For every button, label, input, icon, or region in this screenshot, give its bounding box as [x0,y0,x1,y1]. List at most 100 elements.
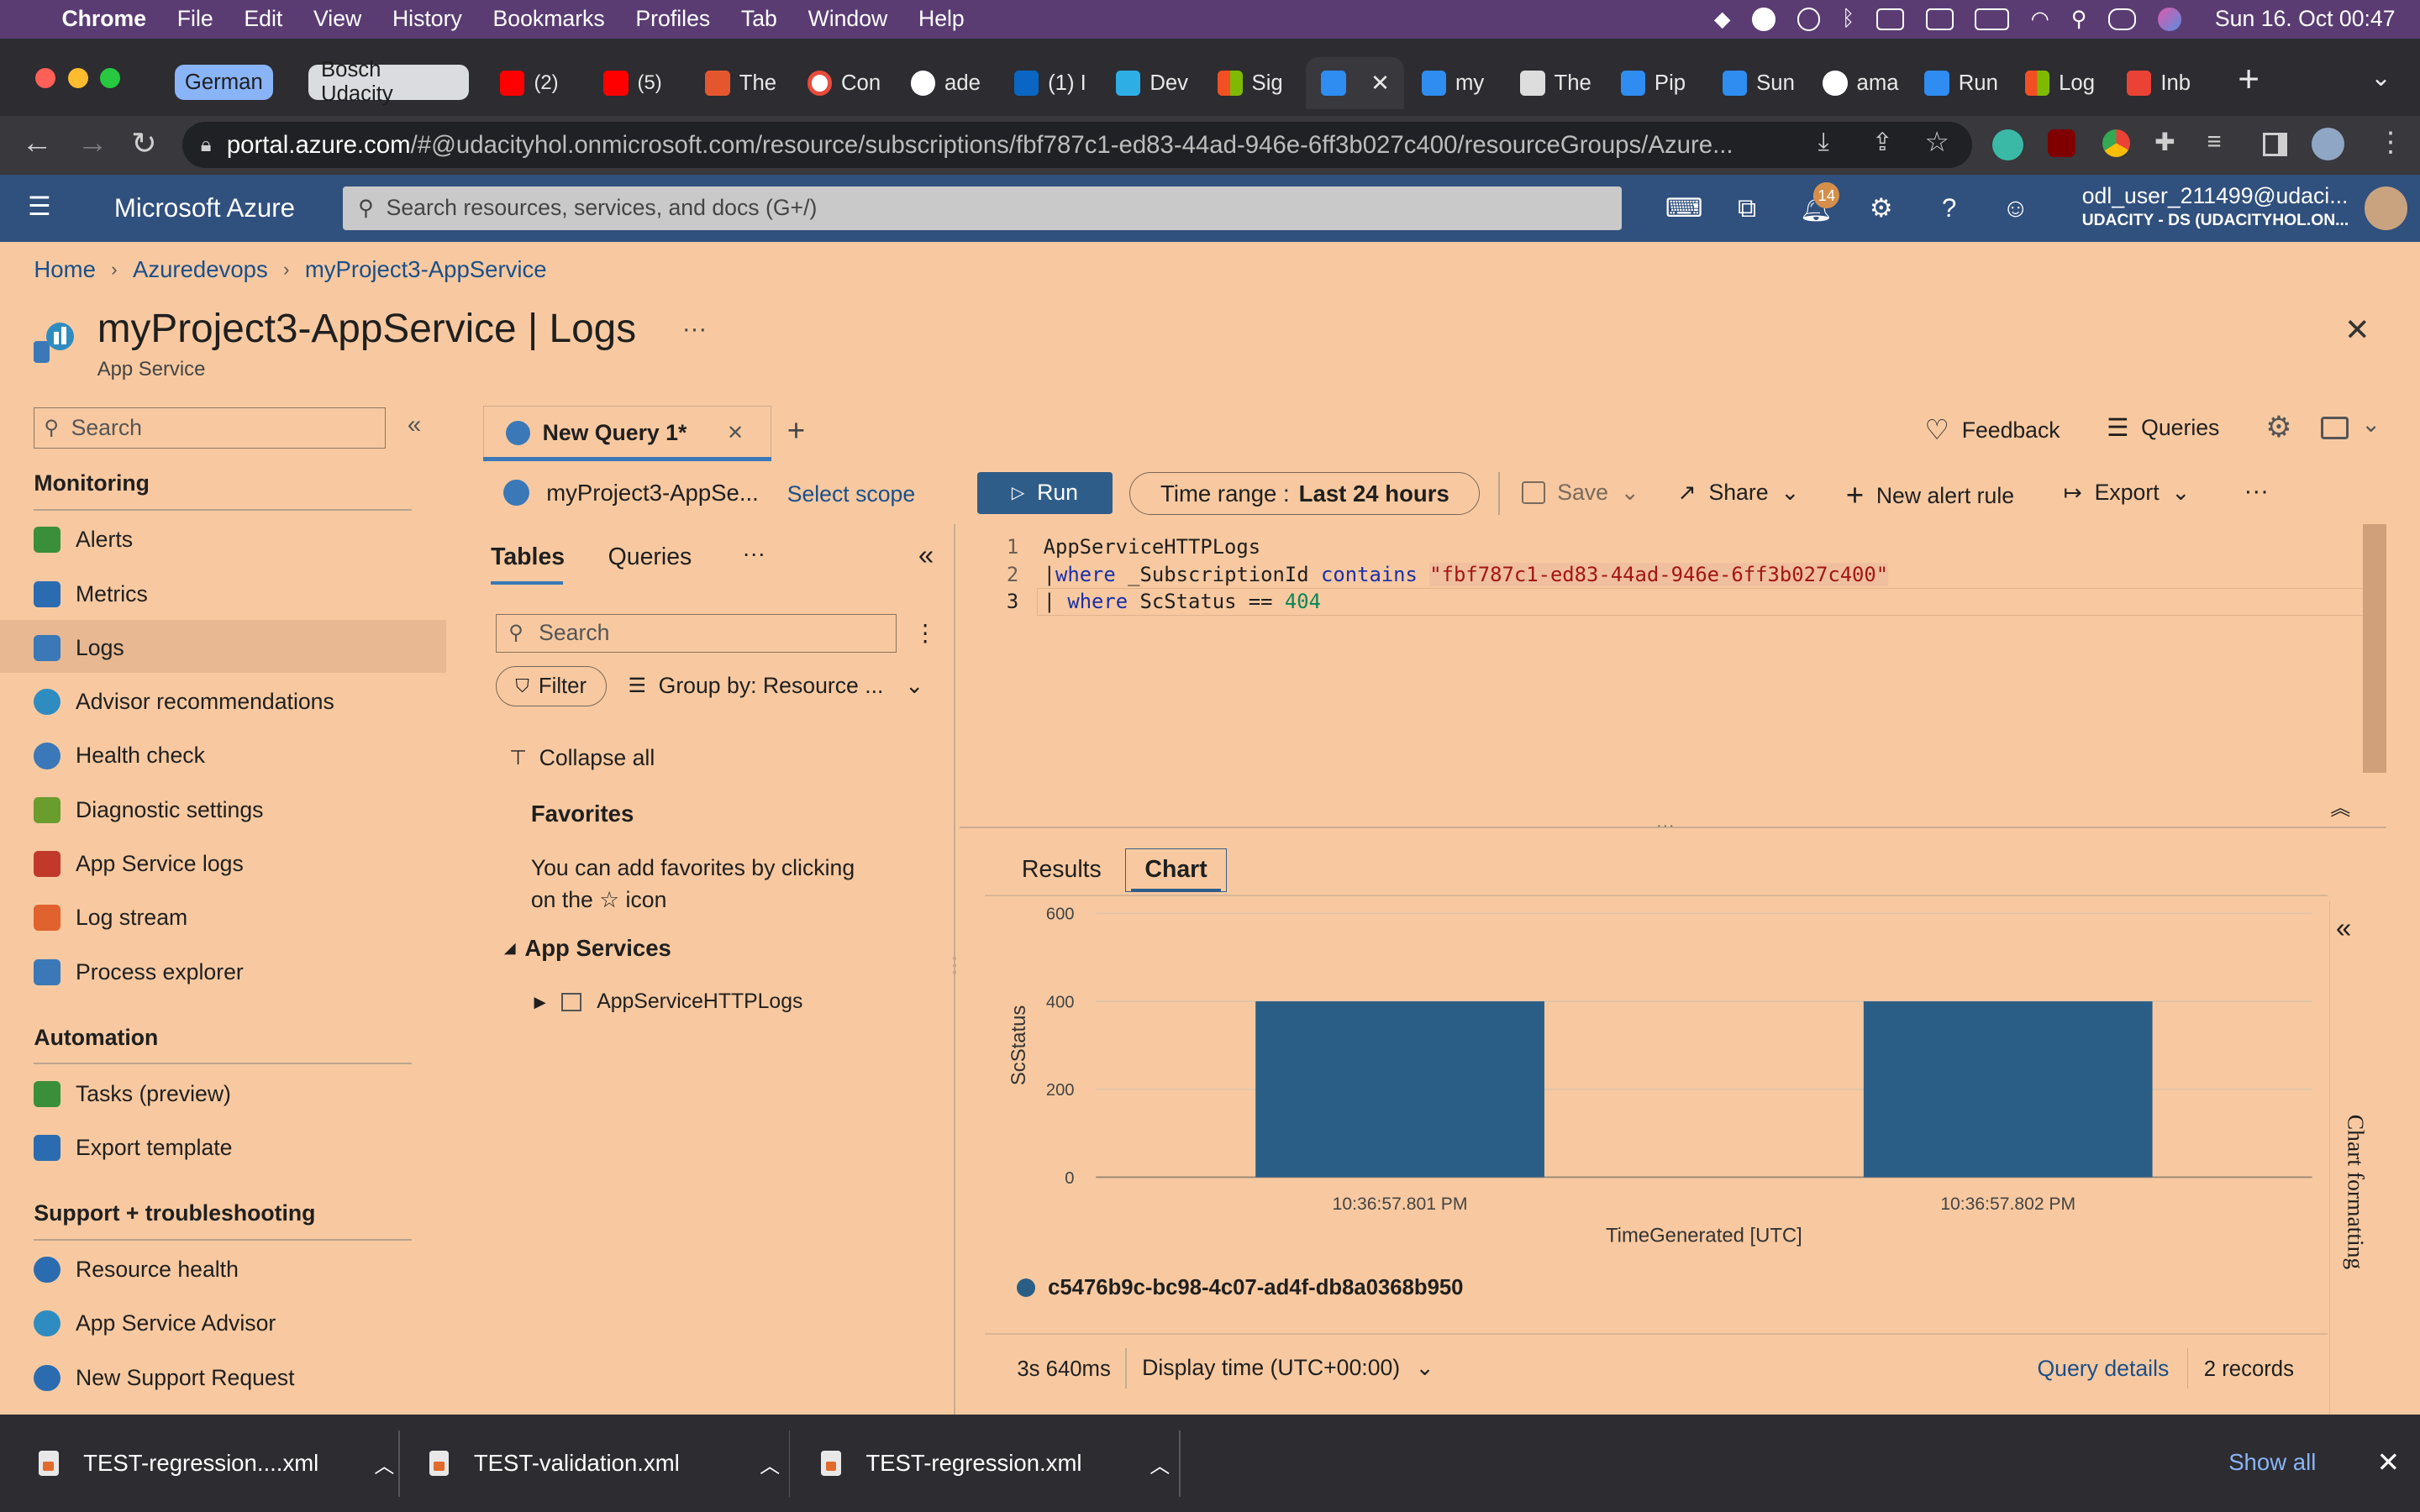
settings-gear-icon[interactable]: ⚙ [1866,193,1897,224]
menu-bookmarks[interactable]: Bookmarks [493,6,605,32]
chart-tab[interactable]: Chart [1124,848,1228,892]
menu-help[interactable]: Help [918,6,965,32]
bookmark-star-icon[interactable]: ☆ [1924,125,1949,159]
group-by-dropdown[interactable]: ☰ Group by: Resource ... ⌄ [629,673,924,699]
play-icon[interactable] [1797,8,1821,31]
browser-tab[interactable]: Log [2024,63,2102,103]
back-arrow-icon[interactable]: ← [22,125,53,160]
chrome-extension-icon[interactable] [2102,129,2130,158]
more-options-icon[interactable]: ··· [682,315,707,344]
sidebar-item-export-template[interactable]: Export template [34,1129,232,1166]
breadcrumb-home[interactable]: Home [34,256,95,283]
export-button[interactable]: ↦ Export ⌄ [2064,480,2191,506]
more-options-icon[interactable]: ··· [2244,477,2269,506]
menu-edit[interactable]: Edit [244,6,282,32]
layout-book-icon[interactable] [2321,416,2349,440]
battery-icon[interactable] [1975,8,2009,30]
chrome-menu-icon[interactable]: ⋮ [2377,125,2405,159]
sidebar-item-app-service-advisor[interactable]: App Service Advisor [34,1305,276,1342]
user-avatar[interactable] [2364,186,2408,230]
account-info[interactable]: odl_user_211499@udaci... UDACITY - DS (U… [2082,183,2349,234]
forward-arrow-icon[interactable]: → [77,125,108,160]
feedback-button[interactable]: ♡ Feedback [1924,413,2060,447]
extension-m-icon[interactable] [1992,129,2023,160]
global-search-input[interactable]: ⚲ Search resources, services, and docs (… [342,186,1623,230]
menu-file[interactable]: File [177,6,213,32]
display-icon[interactable] [1876,8,1904,30]
results-tab[interactable]: Results [1022,856,1102,884]
collapse-editor-icon[interactable]: ︽ [2330,791,2350,821]
download-item[interactable]: TEST-validation.xml ︿ [429,1449,780,1478]
query-tab[interactable]: New Query 1* ✕ [482,406,772,460]
browser-tab[interactable]: Inb [2126,63,2204,103]
siri-icon[interactable] [2157,8,2181,31]
sidebar-item-app-service-logs[interactable]: App Service logs [34,846,244,883]
save-button[interactable]: Save ⌄ [1521,480,1639,506]
expand-panel-icon[interactable]: « [2336,913,2351,945]
schema-search-input[interactable]: ⚲ Search [495,614,897,653]
sidebar-item-alerts[interactable]: Alerts [34,522,133,559]
browser-tab[interactable]: Dev [1115,63,1193,103]
sidebar-item-tasks[interactable]: Tasks (preview) [34,1075,231,1112]
sidebar-item-log-stream[interactable]: Log stream [34,900,187,937]
editor-scrollbar[interactable] [2362,524,2386,774]
schema-tab-queries[interactable]: Queries [608,543,692,571]
collapse-sidebar-icon[interactable]: « [408,411,421,439]
menu-profiles[interactable]: Profiles [635,6,710,32]
cloud-shell-icon[interactable]: ⌨ [1665,193,1703,224]
menu-history[interactable]: History [392,6,462,32]
splitter-handle[interactable]: ··· [1656,815,1675,837]
browser-tab[interactable]: ama [1823,63,1900,103]
share-button[interactable]: ↗ Share ⌄ [1677,480,1799,506]
collapse-all-button[interactable]: ⊤ Collapse all [509,745,655,771]
menu-window[interactable]: Window [808,6,888,32]
wifi-icon[interactable]: ◠ [2031,7,2049,32]
sidebar-item-new-support-request[interactable]: New Support Request [34,1359,294,1396]
download-icon[interactable]: ⤓ [1818,128,1829,156]
menu-clock[interactable]: Sun 16. Oct 00:47 [2215,6,2396,32]
spotlight-search-icon[interactable]: ⚲ [2071,7,2087,32]
chevron-up-icon[interactable]: ︿ [374,1449,394,1478]
ublock-icon[interactable] [2048,129,2076,158]
close-downloads-bar-icon[interactable]: ✕ [2377,1446,2401,1479]
profile-avatar[interactable] [2312,128,2344,160]
window-zoom-button[interactable] [100,67,121,88]
menu-tab[interactable]: Tab [741,6,777,32]
browser-tab[interactable]: Run [1924,63,2002,103]
breadcrumb-app-service[interactable]: myProject3-AppService [305,256,547,283]
status-app-icon[interactable]: ◆ [1714,7,1731,32]
share-icon[interactable]: ⇪ [1872,128,1893,157]
feedback-person-icon[interactable]: ☺ [2000,193,2031,224]
new-alert-rule-button[interactable]: + New alert rule [1846,478,2014,513]
filter-button[interactable]: ⛉ Filter [495,666,607,707]
chevron-up-icon[interactable]: ︿ [1150,1449,1170,1478]
queries-button[interactable]: ☰ Queries [2107,413,2219,443]
keyboard-icon[interactable] [1925,8,1954,30]
control-center-icon[interactable] [2108,8,2137,30]
browser-tab[interactable]: Con [807,63,885,103]
query-details-link[interactable]: Query details [2037,1356,2169,1382]
chart-formatting-panel-toggle[interactable]: « Chart formatting [2328,900,2386,1415]
tab-group-german[interactable]: German [174,65,274,101]
sidebar-search-input[interactable]: ⚲ Search [34,407,387,449]
vertical-dots-icon[interactable]: ⋮ [913,620,937,647]
window-close-button[interactable] [35,67,56,88]
browser-tab-active[interactable]: ✕ [1305,56,1405,110]
show-all-downloads-button[interactable]: Show all [2228,1449,2316,1476]
browser-tab[interactable]: (2) [500,63,571,103]
select-scope-link[interactable]: Select scope [787,481,915,507]
lock-icon[interactable]: 🔒︎ [201,134,212,157]
tab-group-bosch-udacity[interactable]: Bosch Udacity [308,58,470,106]
hamburger-menu-icon[interactable]: ☰ [28,192,51,222]
settings-gear-icon[interactable]: ⚙ [2265,411,2291,444]
sidebar-item-advisor-recommendations[interactable]: Advisor recommendations [34,684,334,721]
browser-tab[interactable]: Sig [1218,63,1295,103]
menu-app-name[interactable]: Chrome [61,6,146,32]
menu-view[interactable]: View [313,6,361,32]
sidebar-item-process-explorer[interactable]: Process explorer [34,953,244,990]
sidebar-item-health-check[interactable]: Health check [34,738,205,774]
schema-tab-tables[interactable]: Tables [491,543,565,571]
browser-tab[interactable]: The [1520,63,1597,103]
sidebar-item-diagnostic-settings[interactable]: Diagnostic settings [34,791,263,828]
chevron-up-icon[interactable]: ︿ [760,1449,780,1478]
